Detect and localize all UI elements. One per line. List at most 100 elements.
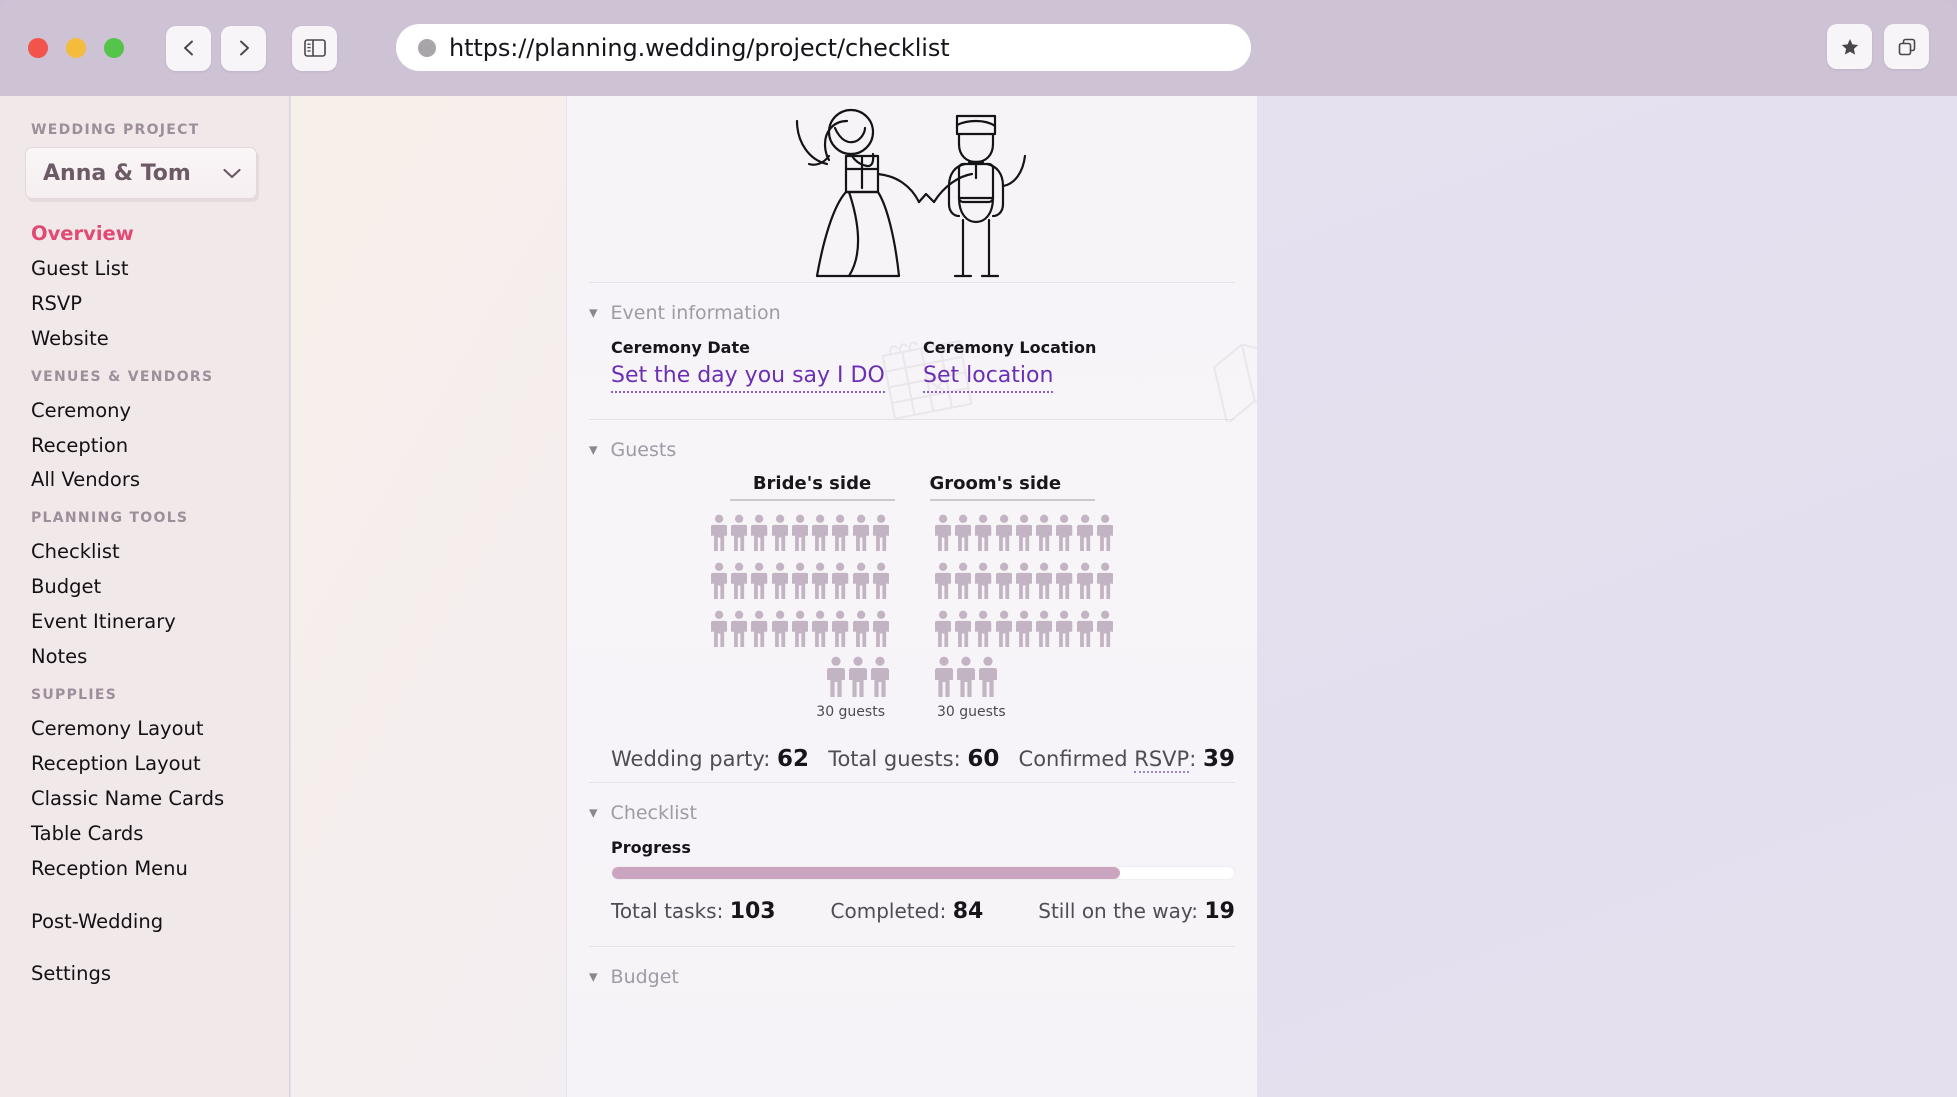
project-selector-value: Anna & Tom — [43, 160, 191, 186]
person-icon — [935, 562, 952, 600]
sidebar-item-event-itinerary[interactable]: Event Itinerary — [0, 605, 289, 640]
person-icon — [1096, 610, 1113, 648]
maximize-window-button[interactable] — [104, 38, 124, 58]
set-ceremony-date-link[interactable]: Set the day you say I DO — [611, 363, 885, 393]
brides-side-people: 30 guests — [711, 512, 889, 720]
sidebar-item-reception-menu[interactable]: Reception Menu — [0, 852, 289, 887]
person-icon — [832, 610, 849, 648]
remaining-value: 19 — [1204, 899, 1235, 924]
main-content: ▾ Event information Ceremony Date Set th… — [566, 96, 1258, 1097]
project-selector[interactable]: Anna & Tom — [25, 147, 257, 199]
person-icon — [975, 562, 992, 600]
person-icon — [1076, 514, 1093, 552]
close-window-button[interactable] — [28, 38, 48, 58]
event-information-header[interactable]: ▾ Event information — [589, 283, 1235, 332]
sidebar-item-notes[interactable]: Notes — [0, 640, 289, 675]
grooms-side-people: 30 guests — [935, 512, 1113, 720]
total-tasks-stat: Total tasks: 103 — [611, 899, 776, 924]
person-icon — [832, 514, 849, 552]
sidebar-nav: Overview Guest List RSVP Website VENUES & VE… — [0, 217, 289, 992]
person-icon — [791, 562, 809, 600]
ceremony-date-label: Ceremony Date — [611, 338, 750, 357]
sidebar-item-overview[interactable]: Overview — [0, 217, 289, 252]
page-canvas-right — [1258, 96, 1957, 1097]
chevron-down-icon: ▾ — [589, 439, 598, 460]
guests-title: Guests — [610, 439, 677, 461]
person-icon — [731, 514, 748, 552]
sidebar-project-heading: WEDDING PROJECT — [31, 122, 200, 138]
person-row — [711, 656, 889, 698]
chevron-down-icon: ▾ — [589, 302, 598, 323]
person-icon — [731, 610, 748, 648]
back-button[interactable] — [166, 25, 211, 71]
minimize-window-button[interactable] — [66, 38, 86, 58]
person-row — [711, 608, 889, 650]
person-row — [935, 608, 1113, 650]
person-icon — [995, 562, 1012, 600]
tab-overview-button[interactable] — [1884, 24, 1929, 69]
sidebar-item-website[interactable]: Website — [0, 322, 289, 357]
sidebar: WEDDING PROJECT Anna & Tom Overview Guest… — [0, 96, 290, 1097]
person-icon — [979, 656, 997, 697]
person-row — [935, 512, 1113, 554]
completed-value: 84 — [952, 899, 984, 924]
guests-section: ▾ Guests Bride's side Groom's side 30 gu… — [567, 420, 1257, 782]
sidebar-item-checklist[interactable]: Checklist — [0, 535, 289, 570]
rsvp-abbreviation: RSVP — [1134, 747, 1190, 773]
checklist-progress-bar — [611, 866, 1235, 880]
sidebar-item-guest-list[interactable]: Guest List — [0, 252, 289, 287]
checklist-title: Checklist — [610, 802, 697, 824]
person-icon — [827, 656, 845, 697]
sidebar-item-budget[interactable]: Budget — [0, 570, 289, 605]
confirmed-rsvp-separator: : — [1189, 747, 1197, 771]
sidebar-item-reception-layout[interactable]: Reception Layout — [0, 747, 289, 782]
sidebar-item-all-vendors[interactable]: All Vendors — [0, 463, 289, 498]
guests-header[interactable]: ▾ Guests — [589, 420, 1235, 469]
person-icon — [871, 656, 889, 697]
sidebar-item-ceremony[interactable]: Ceremony — [0, 394, 289, 429]
total-guests-value: 60 — [967, 746, 1000, 772]
sidebar-item-reception[interactable]: Reception — [0, 429, 289, 464]
bookmark-button[interactable] — [1827, 24, 1872, 69]
brides-side-count: 30 guests — [816, 704, 885, 720]
chevron-right-icon — [239, 40, 249, 56]
person-icon — [935, 656, 953, 697]
sidebar-item-ceremony-layout[interactable]: Ceremony Layout — [0, 712, 289, 747]
person-icon — [812, 562, 829, 600]
person-icon — [812, 514, 829, 552]
person-icon — [1056, 562, 1073, 600]
checklist-header[interactable]: ▾ Checklist — [589, 783, 1235, 832]
sidebar-item-post-wedding[interactable]: Post-Wedding — [0, 905, 289, 940]
bride-groom-icon — [795, 108, 1027, 278]
person-icon — [852, 610, 869, 648]
address-bar[interactable]: https://planning.wedding/project/checkli… — [396, 24, 1251, 71]
person-icon — [1076, 562, 1093, 600]
forward-button[interactable] — [221, 25, 266, 71]
person-icon — [791, 514, 809, 552]
sidebar-item-classic-name-cards[interactable]: Classic Name Cards — [0, 782, 289, 817]
sidebar-group-heading: SUPPLIES — [31, 686, 118, 703]
person-icon — [852, 514, 869, 552]
browser-window: https://planning.wedding/project/checkli… — [0, 0, 1957, 1097]
sidebar-item-table-cards[interactable]: Table Cards — [0, 817, 289, 852]
budget-header[interactable]: ▾ Budget — [589, 947, 1235, 996]
set-ceremony-location-link[interactable]: Set location — [923, 363, 1054, 393]
person-icon — [849, 656, 867, 697]
person-icon — [1015, 562, 1033, 600]
person-row — [935, 560, 1113, 602]
person-icon — [751, 562, 768, 600]
sidebar-toggle-button[interactable] — [292, 25, 337, 71]
confirmed-rsvp-prefix: Confirmed — [1018, 747, 1128, 771]
person-icon — [995, 610, 1012, 648]
window-traffic-lights — [28, 38, 124, 58]
grooms-side-count: 30 guests — [937, 704, 1006, 720]
couple-illustration — [567, 96, 1257, 282]
sidebar-item-settings[interactable]: Settings — [0, 957, 289, 992]
guest-stats-row: Wedding party: 62 Total guests: 60 Confi… — [589, 722, 1235, 782]
person-icon — [771, 514, 788, 552]
sidebar-item-rsvp[interactable]: RSVP — [0, 287, 289, 322]
event-information-section: ▾ Event information Ceremony Date Set th… — [567, 283, 1257, 426]
wedding-party-label: Wedding party: — [611, 747, 771, 771]
